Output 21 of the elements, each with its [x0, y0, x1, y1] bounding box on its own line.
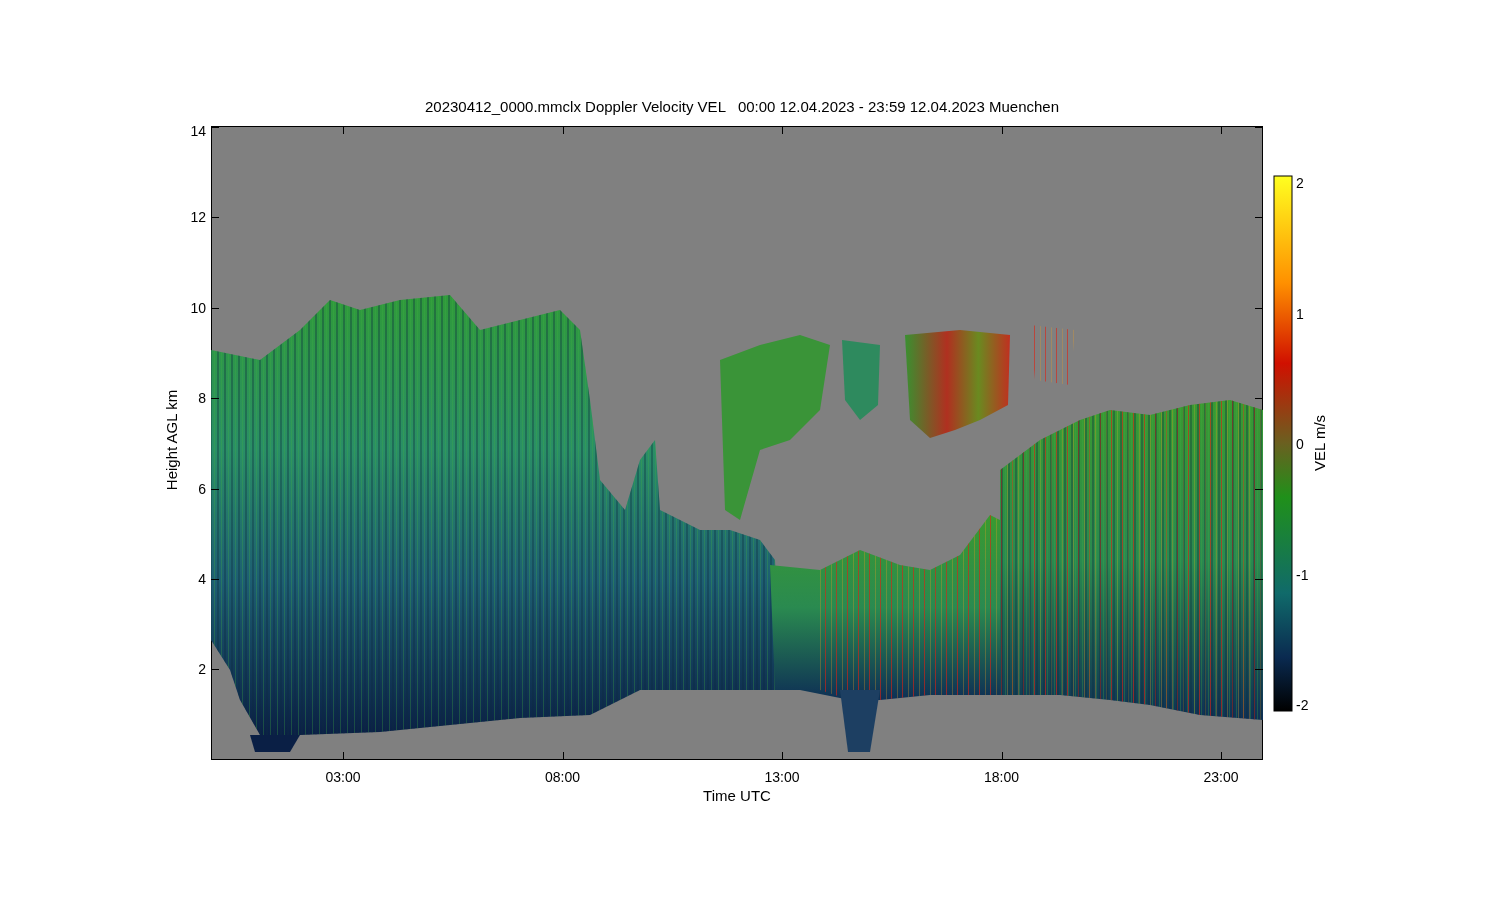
- colorbar-label: VEL m/s: [1311, 414, 1328, 472]
- x-axis-label: Time UTC: [703, 787, 771, 804]
- colorbar-tick-label: 1: [1296, 305, 1304, 322]
- x-tick-label: 23:00: [1203, 769, 1239, 785]
- x-tick-label: 08:00: [545, 769, 580, 785]
- y-tick-label: 4: [198, 571, 206, 587]
- x-tick-label: 03:00: [325, 769, 361, 785]
- y-axis-label: Height AGL km: [163, 389, 180, 491]
- colorbar-tick-label: 0: [1296, 436, 1304, 452]
- y-tick-label: 6: [198, 480, 206, 497]
- colorbar-tick-label: 2: [1296, 175, 1304, 191]
- y-tick-label: 8: [198, 390, 206, 407]
- y-tick-label: 14: [190, 123, 206, 139]
- chart-title: 20230412_0000.mmclx Doppler Velocity VEL 00:00 12.04.2023 - 23:59 12.04.2023 Muenchen: [424, 98, 1060, 115]
- y-tick-label: 12: [190, 209, 206, 226]
- x-tick-label: 13:00: [764, 769, 800, 785]
- y-tick-label: 2: [198, 661, 206, 678]
- colorbar-tick-label: -2: [1296, 697, 1309, 713]
- x-tick-label: 18:00: [984, 769, 1019, 785]
- y-tick-label: 10: [190, 299, 206, 316]
- colorbar-tick-label: -1: [1296, 566, 1309, 583]
